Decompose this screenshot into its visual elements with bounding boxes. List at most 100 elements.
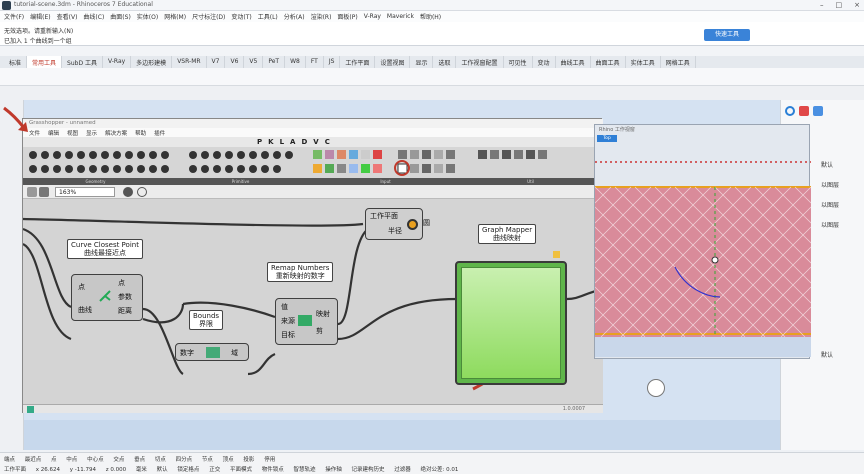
circle-input-radius[interactable]: 半径: [388, 226, 402, 236]
gh-tab-d[interactable]: D: [301, 138, 307, 146]
gh-tab-a[interactable]: A: [290, 138, 295, 146]
ccp-input-curve[interactable]: 曲线: [78, 305, 92, 315]
osnap-disable[interactable]: 停用: [264, 457, 275, 463]
osnap-intersection[interactable]: 交点: [113, 457, 124, 463]
ccp-output-param[interactable]: 参数: [118, 292, 132, 302]
layer-label-4[interactable]: 以图层: [821, 220, 839, 229]
rhino-preview-viewport[interactable]: Rhino 工作视窗 Top: [594, 124, 811, 359]
menu-file[interactable]: 文件(F): [4, 12, 24, 21]
close-button[interactable]: ×: [854, 1, 860, 10]
command-line-2[interactable]: 已加入 1 个曲线到一个组: [4, 36, 72, 45]
tab-v5[interactable]: V5: [244, 56, 264, 68]
minimize-button[interactable]: –: [820, 1, 824, 10]
menu-render[interactable]: 渲染(R): [311, 12, 332, 21]
tab-standard[interactable]: 标准: [4, 56, 28, 68]
tab-setview[interactable]: 设置视图: [375, 56, 411, 68]
tab-v7[interactable]: V7: [207, 56, 226, 68]
gh-tab-l[interactable]: L: [280, 138, 284, 146]
maximize-button[interactable]: □: [836, 1, 843, 10]
gh-menu-edit[interactable]: 编辑: [48, 129, 59, 137]
tab-subd[interactable]: SubD 工具: [62, 56, 103, 68]
layer-label-2[interactable]: 以图层: [821, 180, 839, 189]
graph-mapper-area[interactable]: [461, 267, 561, 379]
properties-icon[interactable]: [785, 106, 795, 116]
gh-tab-k[interactable]: K: [268, 138, 273, 146]
gh-menu-plugins[interactable]: 插件: [154, 129, 165, 137]
bounds-component[interactable]: 数字 域: [175, 343, 249, 361]
osnap-near[interactable]: 最近点: [25, 457, 42, 463]
menu-help[interactable]: 帮助(H): [420, 12, 441, 21]
tab-visibility[interactable]: 可见性: [504, 56, 533, 68]
tab-v6[interactable]: V6: [225, 56, 245, 68]
osnap-vertex[interactable]: 顶点: [223, 457, 234, 463]
tab-ft[interactable]: FT: [306, 56, 324, 68]
tab-mesh-tools[interactable]: 网格工具: [661, 56, 696, 68]
tab-cplane[interactable]: 工作平面: [340, 56, 376, 68]
circle-plane-label[interactable]: 工作平面: [370, 211, 398, 221]
osnap-end[interactable]: 端点: [4, 457, 15, 463]
gh-menu-help[interactable]: 帮助: [135, 129, 146, 137]
gumball-toggle[interactable]: 操作轴: [325, 467, 342, 473]
menu-panels[interactable]: 面板(P): [337, 12, 357, 21]
tab-vray[interactable]: V-Ray: [103, 56, 132, 68]
tab-curve-tools[interactable]: 曲线工具: [556, 56, 591, 68]
layer-icon[interactable]: [813, 106, 823, 116]
menu-edit[interactable]: 编辑(E): [30, 12, 50, 21]
osnap-knot[interactable]: 节点: [202, 457, 213, 463]
menu-mesh[interactable]: 网格(M): [164, 12, 186, 21]
planar-toggle[interactable]: 平面模式: [230, 467, 252, 473]
menu-dimension[interactable]: 尺寸标注(D): [192, 12, 225, 21]
tab-js[interactable]: JS: [324, 56, 341, 68]
tab-vsr[interactable]: VSR-MR: [172, 56, 207, 68]
ortho-toggle[interactable]: 正交: [209, 467, 220, 473]
grid-snap-toggle[interactable]: 锁定格点: [177, 467, 199, 473]
zoom-dropdown[interactable]: 163%: [55, 187, 115, 197]
tab-pet[interactable]: PeT: [263, 56, 286, 68]
ccp-output-point[interactable]: 点: [118, 278, 125, 288]
osnap-project[interactable]: 投影: [243, 457, 254, 463]
bounds-output-domain[interactable]: 域: [231, 348, 238, 358]
ccp-input-point[interactable]: 点: [78, 282, 85, 292]
tab-surface-tools[interactable]: 曲面工具: [591, 56, 626, 68]
menu-solid[interactable]: 实体(O): [137, 12, 158, 21]
preview-top-button[interactable]: Top: [597, 135, 617, 142]
remap-input-source[interactable]: 来源: [281, 316, 295, 326]
remap-input-value[interactable]: 值: [281, 302, 288, 312]
menu-surface[interactable]: 曲面(S): [110, 12, 131, 21]
gh-menu-view[interactable]: 视图: [67, 129, 78, 137]
gh-menu-solution[interactable]: 解决方案: [105, 129, 127, 137]
gh-tab-p[interactable]: P: [257, 138, 262, 146]
tab-w8[interactable]: W8: [285, 56, 306, 68]
ccp-output-distance[interactable]: 距离: [118, 306, 132, 316]
circle-output[interactable]: 圆: [423, 218, 430, 228]
tab-common-tools[interactable]: 常用工具: [27, 56, 63, 68]
gh-menu-display[interactable]: 显示: [86, 129, 97, 137]
graph-mapper-component[interactable]: [455, 261, 567, 385]
smarttrack-toggle[interactable]: 智慧轨迹: [293, 467, 315, 473]
menu-maverick[interactable]: Maverick: [387, 13, 414, 20]
osnap-perp[interactable]: 垂点: [134, 457, 145, 463]
current-layer[interactable]: 默认: [157, 467, 168, 473]
filter-toggle[interactable]: 过滤器: [394, 467, 411, 473]
tab-transform[interactable]: 变动: [533, 56, 556, 68]
zoom-icon[interactable]: [39, 187, 49, 197]
gh-canvas[interactable]: Curve Closest Point 曲线最接近点 点 曲线 点 参数 距离 …: [23, 199, 665, 404]
layer-label-3[interactable]: 以图层: [821, 200, 839, 209]
menu-view[interactable]: 查看(V): [57, 12, 78, 21]
menu-tools[interactable]: 工具(L): [258, 12, 278, 21]
layer-label-5[interactable]: 默认: [821, 350, 833, 359]
save-icon[interactable]: [27, 187, 37, 197]
tab-poly[interactable]: 多边形建模: [131, 56, 173, 68]
tab-solid-tools[interactable]: 实体工具: [626, 56, 661, 68]
osnap-quad[interactable]: 四分点: [176, 457, 193, 463]
remap-output-clipped[interactable]: 剪: [316, 326, 323, 336]
menu-curve[interactable]: 曲线(C): [83, 12, 104, 21]
preview-icon[interactable]: [123, 187, 133, 197]
gh-tab-v[interactable]: V: [313, 138, 318, 146]
osnap-mid[interactable]: 中点: [66, 457, 77, 463]
circle-component[interactable]: 工作平面 半径 圆: [365, 208, 430, 240]
osnap-toggle[interactable]: 物件锁点: [262, 467, 284, 473]
render-icon[interactable]: [799, 106, 809, 116]
remap-output-mapped[interactable]: 映射: [316, 309, 330, 319]
tab-display[interactable]: 显示: [410, 56, 434, 68]
